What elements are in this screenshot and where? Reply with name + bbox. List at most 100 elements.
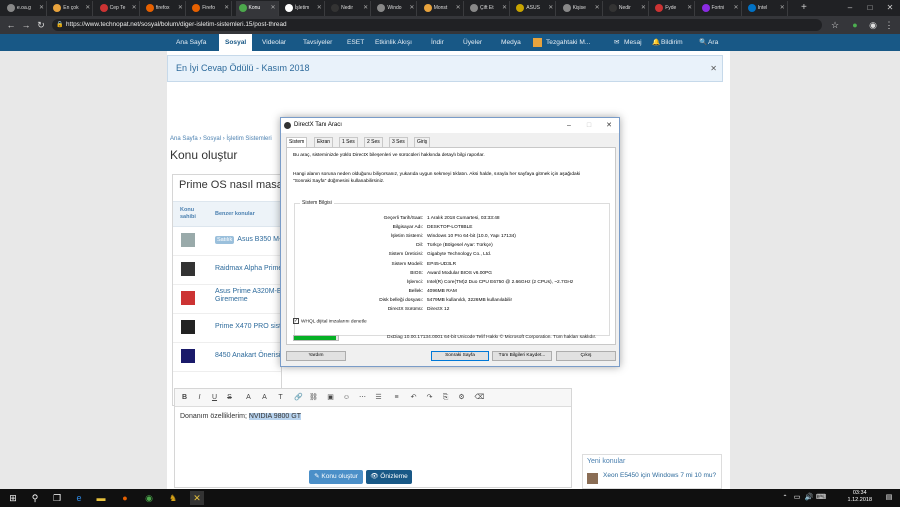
new-tab-button[interactable]: + — [801, 0, 807, 16]
tab-close-icon[interactable]: ✕ — [270, 1, 275, 15]
close-icon[interactable]: ✕ — [710, 56, 717, 81]
code-icon[interactable]: ⎘ — [440, 392, 451, 403]
browser-tab[interactable]: Kişise ✕ — [560, 1, 603, 16]
notifications-icon[interactable]: ▤ — [882, 491, 896, 505]
dialog-maximize-button[interactable]: □ — [579, 118, 599, 133]
help-button[interactable]: Yardım — [286, 351, 346, 361]
close-window-button[interactable]: ✕ — [880, 0, 900, 16]
keyboard-icon[interactable]: ⌨ — [814, 491, 828, 505]
browser-tab[interactable]: Firefo ✕ — [189, 1, 233, 16]
similar-thread-row[interactable]: 8450 Anakart Önerisi — [173, 343, 281, 372]
checkbox-checked-icon[interactable]: ✓ — [293, 318, 299, 324]
similar-thread-title[interactable]: Asus Prime A320M-E Girememe — [215, 288, 281, 304]
chrome-icon[interactable]: ◉ — [142, 491, 156, 505]
eraser-icon[interactable]: ⌫ — [474, 392, 485, 403]
browser-tab[interactable]: Fortni ✕ — [699, 1, 742, 16]
maximize-button[interactable]: □ — [860, 0, 880, 16]
editor-content[interactable]: Donanım özelliklerim; NVIDIA 9800 GT — [180, 413, 301, 420]
dialog-tab[interactable]: 2 Ses — [364, 137, 383, 147]
dialog-close-button[interactable]: ✕ — [599, 118, 619, 133]
browser-tab[interactable]: Monst ✕ — [421, 1, 464, 16]
nav-videolar[interactable]: Videolar — [262, 34, 286, 51]
profile-icon[interactable]: ◉ — [866, 18, 880, 32]
browser-tab[interactable]: İşletim ✕ — [282, 1, 325, 16]
save-all-button[interactable]: Tüm Bilgileri Kaydet... — [492, 351, 552, 361]
similar-thread-title[interactable]: Satılık Asus B350 M- — [215, 236, 281, 244]
create-thread-button[interactable]: ✎ Konu oluştur — [309, 470, 363, 484]
similar-thread-title[interactable]: 8450 Anakart Önerisi — [215, 352, 280, 360]
search-icon[interactable]: ⚲ — [28, 491, 42, 505]
tab-close-icon[interactable]: ✕ — [641, 1, 646, 15]
tab-close-icon[interactable]: ✕ — [502, 1, 507, 15]
tab-close-icon[interactable]: ✕ — [363, 1, 368, 15]
tab-close-icon[interactable]: ✕ — [456, 1, 461, 15]
browser-tab[interactable]: Intel ✕ — [745, 1, 788, 16]
font-family-icon[interactable]: A — [259, 392, 270, 403]
tab-close-icon[interactable]: ✕ — [548, 1, 553, 15]
font-size-icon[interactable]: T — [275, 392, 286, 403]
browser-tab[interactable]: En çok ✕ — [50, 1, 94, 16]
browser-tab[interactable]: e.oa.g ✕ — [4, 1, 47, 16]
file-explorer-icon[interactable]: ▬ — [94, 491, 108, 505]
tab-close-icon[interactable]: ✕ — [85, 1, 90, 15]
list-icon[interactable]: ☰ — [373, 392, 384, 403]
firefox-icon[interactable]: ● — [118, 491, 132, 505]
nav-eset[interactable]: ESET — [347, 34, 364, 51]
search-icon[interactable]: 🔍 — [699, 34, 707, 51]
nav-sosyal[interactable]: Sosyal — [219, 34, 253, 51]
browser-tab[interactable]: Cep Te ✕ — [97, 1, 140, 16]
link-icon[interactable]: 🔗 — [293, 392, 304, 403]
windows-start-icon[interactable]: ⊞ — [6, 491, 20, 505]
unlink-icon[interactable]: ⛓ — [308, 392, 319, 403]
more-icon[interactable]: ⋯ — [357, 392, 368, 403]
tab-close-icon[interactable]: ✕ — [317, 1, 322, 15]
dialog-tab[interactable]: Giriş — [414, 137, 431, 147]
emoji-icon[interactable]: ☺ — [341, 392, 352, 403]
nav-mesaj[interactable]: Mesaj — [624, 34, 642, 51]
tab-close-icon[interactable]: ✕ — [224, 1, 229, 15]
menu-icon[interactable]: ⋮ — [882, 18, 896, 32]
user-name[interactable]: Tezgahtaki M... — [546, 34, 590, 51]
nav-indir[interactable]: İndir — [431, 34, 444, 51]
bookmark-star-icon[interactable]: ☆ — [828, 18, 842, 32]
extension-icon[interactable]: ● — [848, 18, 862, 32]
browser-tab[interactable]: Windo ✕ — [374, 1, 418, 16]
message-icon[interactable]: ✉ — [614, 34, 620, 51]
tab-close-icon[interactable]: ✕ — [132, 1, 137, 15]
align-icon[interactable]: ≡ — [391, 392, 402, 403]
tab-close-icon[interactable]: ✕ — [780, 1, 785, 15]
sidebar-item[interactable]: Xeon E5450 için Windows 7 mi 10 mu? — [603, 472, 718, 480]
whql-checkbox[interactable]: ✓ WHQL dijital imzalarını denetle — [293, 318, 367, 324]
tab-close-icon[interactable]: ✕ — [409, 1, 414, 15]
nav-etkinlik[interactable]: Etkinlik Akışı — [375, 34, 412, 51]
browser-tab[interactable]: firefox ✕ — [143, 1, 186, 16]
similar-thread-row[interactable]: Raidmax Alpha Prime — [173, 256, 281, 285]
forward-icon[interactable]: → — [19, 18, 33, 32]
browser-tab[interactable]: Fyde ✕ — [652, 1, 696, 16]
browser-tab[interactable]: Konu ✕ — [235, 1, 279, 16]
similar-thread-title[interactable]: Raidmax Alpha Prime — [215, 265, 281, 273]
similar-thread-title[interactable]: Prime X470 PRO sist — [215, 323, 281, 331]
address-bar[interactable]: 🔒 https://www.technopat.net/sosyal/bolum… — [52, 19, 822, 31]
browser-tab[interactable]: Nedir ✕ — [606, 1, 649, 16]
browser-tab[interactable]: Nedir ✕ — [328, 1, 372, 16]
app-icon[interactable]: ♞ — [166, 491, 180, 505]
tab-close-icon[interactable]: ✕ — [733, 1, 738, 15]
thread-title-input[interactable]: Prime OS nasıl masa — [179, 179, 281, 191]
tab-close-icon[interactable]: ✕ — [687, 1, 692, 15]
browser-tab[interactable]: Çift Et ✕ — [467, 1, 510, 16]
nav-ana-sayfa[interactable]: Ana Sayfa — [176, 34, 206, 51]
settings-icon[interactable]: ⚙ — [456, 392, 467, 403]
dialog-minimize-button[interactable]: – — [559, 118, 579, 133]
edge-icon[interactable]: e — [72, 491, 86, 505]
similar-thread-row[interactable]: Prime X470 PRO sist — [173, 314, 281, 343]
tab-close-icon[interactable]: ✕ — [39, 1, 44, 15]
reload-icon[interactable]: ↻ — [34, 18, 48, 32]
dialog-tab[interactable]: Ekran — [314, 137, 334, 147]
redo-icon[interactable]: ↷ — [424, 392, 435, 403]
italic-icon[interactable]: I — [194, 392, 205, 403]
minimize-button[interactable]: – — [840, 0, 860, 16]
directx-taskbar-icon[interactable]: ✕ — [190, 491, 204, 505]
next-page-button[interactable]: Sonraki Sayfa — [431, 351, 489, 361]
clock[interactable]: 03:34 1.12.2018 — [848, 490, 872, 504]
